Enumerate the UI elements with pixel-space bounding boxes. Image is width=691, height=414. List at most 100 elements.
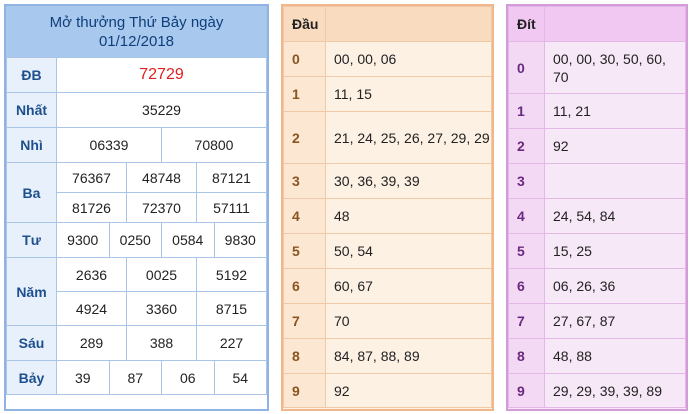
prize-label-sau: Sáu bbox=[6, 325, 57, 361]
prize-value-tu: 0584 bbox=[161, 222, 215, 258]
dau-values: 21, 24, 25, 26, 27, 29, 29 bbox=[325, 111, 492, 164]
prize-value-ba: 76367 bbox=[56, 162, 127, 193]
prize-value-ba: 81726 bbox=[56, 192, 127, 223]
dit-row: 6 06, 26, 36 bbox=[508, 268, 686, 304]
dau-values: 84, 87, 88, 89 bbox=[325, 338, 492, 374]
dit-key: 4 bbox=[508, 198, 545, 234]
dau-row: 0 00, 00, 06 bbox=[283, 41, 492, 77]
prize-label-nhi: Nhì bbox=[6, 127, 57, 163]
prize-value-nam: 8715 bbox=[196, 291, 267, 326]
prize-value-tu: 9830 bbox=[213, 222, 267, 258]
dau-key: 8 bbox=[283, 338, 326, 374]
dit-values: 29, 29, 39, 39, 89 bbox=[544, 373, 686, 408]
prize-value-bay: 87 bbox=[108, 360, 162, 395]
prize-value-sau: 388 bbox=[126, 325, 197, 361]
dau-row: 5 50, 54 bbox=[283, 233, 492, 269]
dau-key: 9 bbox=[283, 373, 326, 408]
dau-values: 70 bbox=[325, 303, 492, 339]
prize-value-tu: 0250 bbox=[108, 222, 162, 258]
dit-grid: Đít 0 00, 00, 30, 50, 60, 70 1 11, 21 2 … bbox=[508, 6, 686, 408]
prize-row-tu: Tư 9300 0250 0584 9830 bbox=[6, 222, 267, 258]
prize-label-tu: Tư bbox=[6, 222, 57, 258]
dit-key: 8 bbox=[508, 338, 545, 374]
dau-key: 0 bbox=[283, 41, 326, 77]
dau-row: 2 21, 24, 25, 26, 27, 29, 29 bbox=[283, 111, 492, 164]
dit-row: 2 92 bbox=[508, 128, 686, 164]
prize-label-db: ĐB bbox=[6, 57, 57, 93]
dau-values: 60, 67 bbox=[325, 268, 492, 304]
prize-label-ba: Ba bbox=[6, 162, 57, 223]
dit-header-blank bbox=[544, 6, 686, 42]
dau-row: 3 30, 36, 39, 39 bbox=[283, 163, 492, 199]
dau-key: 4 bbox=[283, 198, 326, 234]
dit-values: 15, 25 bbox=[544, 233, 686, 269]
prize-row-db: ĐB 72729 bbox=[6, 57, 267, 93]
dit-key: 1 bbox=[508, 93, 545, 129]
prize-label-nam: Năm bbox=[6, 257, 57, 326]
dau-values: 50, 54 bbox=[325, 233, 492, 269]
dit-key: 5 bbox=[508, 233, 545, 269]
dit-header-row: Đít bbox=[508, 6, 686, 42]
prize-value-bay: 39 bbox=[56, 360, 110, 395]
dit-table: Đít 0 00, 00, 30, 50, 60, 70 1 11, 21 2 … bbox=[506, 4, 688, 411]
dit-row: 0 00, 00, 30, 50, 60, 70 bbox=[508, 41, 686, 94]
dau-key: 3 bbox=[283, 163, 326, 199]
dit-row: 1 11, 21 bbox=[508, 93, 686, 129]
prize-value-ba: 48748 bbox=[126, 162, 197, 193]
dau-values: 30, 36, 39, 39 bbox=[325, 163, 492, 199]
dit-row: 9 29, 29, 39, 39, 89 bbox=[508, 373, 686, 408]
dau-values: 00, 00, 06 bbox=[325, 41, 492, 77]
prize-value-bay: 06 bbox=[161, 360, 215, 395]
dau-grid: Đầu 0 00, 00, 06 1 11, 15 2 21, 24, 25, … bbox=[283, 6, 492, 408]
result-grid: Mở thưởng Thứ Bảy ngày 01/12/2018 ĐB 727… bbox=[6, 6, 267, 395]
prize-value-bay: 54 bbox=[213, 360, 267, 395]
dit-values: 92 bbox=[544, 128, 686, 164]
dit-row: 8 48, 88 bbox=[508, 338, 686, 374]
dau-key: 6 bbox=[283, 268, 326, 304]
prize-value-nam: 4924 bbox=[56, 291, 127, 326]
dit-header: Đít bbox=[508, 6, 545, 42]
dit-key: 9 bbox=[508, 373, 545, 408]
prize-value-nhat: 35229 bbox=[56, 92, 267, 128]
dit-row: 5 15, 25 bbox=[508, 233, 686, 269]
dit-values: 24, 54, 84 bbox=[544, 198, 686, 234]
prize-row-nhat: Nhất 35229 bbox=[6, 92, 267, 128]
dau-values: 48 bbox=[325, 198, 492, 234]
dau-values: 11, 15 bbox=[325, 76, 492, 112]
result-title-line1: Mở thưởng Thứ Bảy ngày bbox=[49, 14, 224, 31]
dau-row: 1 11, 15 bbox=[283, 76, 492, 112]
prize-row-sau: Sáu 289 388 227 bbox=[6, 325, 267, 361]
dit-key: 2 bbox=[508, 128, 545, 164]
dit-values: 48, 88 bbox=[544, 338, 686, 374]
dit-values: 11, 21 bbox=[544, 93, 686, 129]
prize-row-bay: Bảy 39 87 06 54 bbox=[6, 360, 267, 395]
dit-key: 0 bbox=[508, 41, 545, 94]
dau-row: 9 92 bbox=[283, 373, 492, 408]
prize-value-nhi: 06339 bbox=[56, 127, 162, 163]
dau-row: 6 60, 67 bbox=[283, 268, 492, 304]
dit-key: 7 bbox=[508, 303, 545, 339]
result-title: Mở thưởng Thứ Bảy ngày 01/12/2018 bbox=[6, 6, 267, 58]
dau-key: 7 bbox=[283, 303, 326, 339]
dit-values: 06, 26, 36 bbox=[544, 268, 686, 304]
prize-value-ba: 87121 bbox=[196, 162, 267, 193]
result-header: Mở thưởng Thứ Bảy ngày 01/12/2018 bbox=[6, 6, 267, 58]
prize-label-nhat: Nhất bbox=[6, 92, 57, 128]
dau-header: Đầu bbox=[283, 6, 326, 42]
prize-value-nam: 2636 bbox=[56, 257, 127, 292]
prize-value-sau: 227 bbox=[196, 325, 267, 361]
prize-value-nhi: 70800 bbox=[161, 127, 267, 163]
dau-key: 1 bbox=[283, 76, 326, 112]
dau-key: 5 bbox=[283, 233, 326, 269]
prize-value-nam: 0025 bbox=[126, 257, 197, 292]
dau-row: 8 84, 87, 88, 89 bbox=[283, 338, 492, 374]
dau-values: 92 bbox=[325, 373, 492, 408]
dit-key: 6 bbox=[508, 268, 545, 304]
prize-value-nam: 5192 bbox=[196, 257, 267, 292]
dit-row: 7 27, 67, 87 bbox=[508, 303, 686, 339]
prize-value-sau: 289 bbox=[56, 325, 127, 361]
dit-values: 00, 00, 30, 50, 60, 70 bbox=[544, 41, 686, 94]
dit-row: 3 bbox=[508, 163, 686, 199]
dau-table: Đầu 0 00, 00, 06 1 11, 15 2 21, 24, 25, … bbox=[281, 4, 494, 411]
prize-value-nam: 3360 bbox=[126, 291, 197, 326]
